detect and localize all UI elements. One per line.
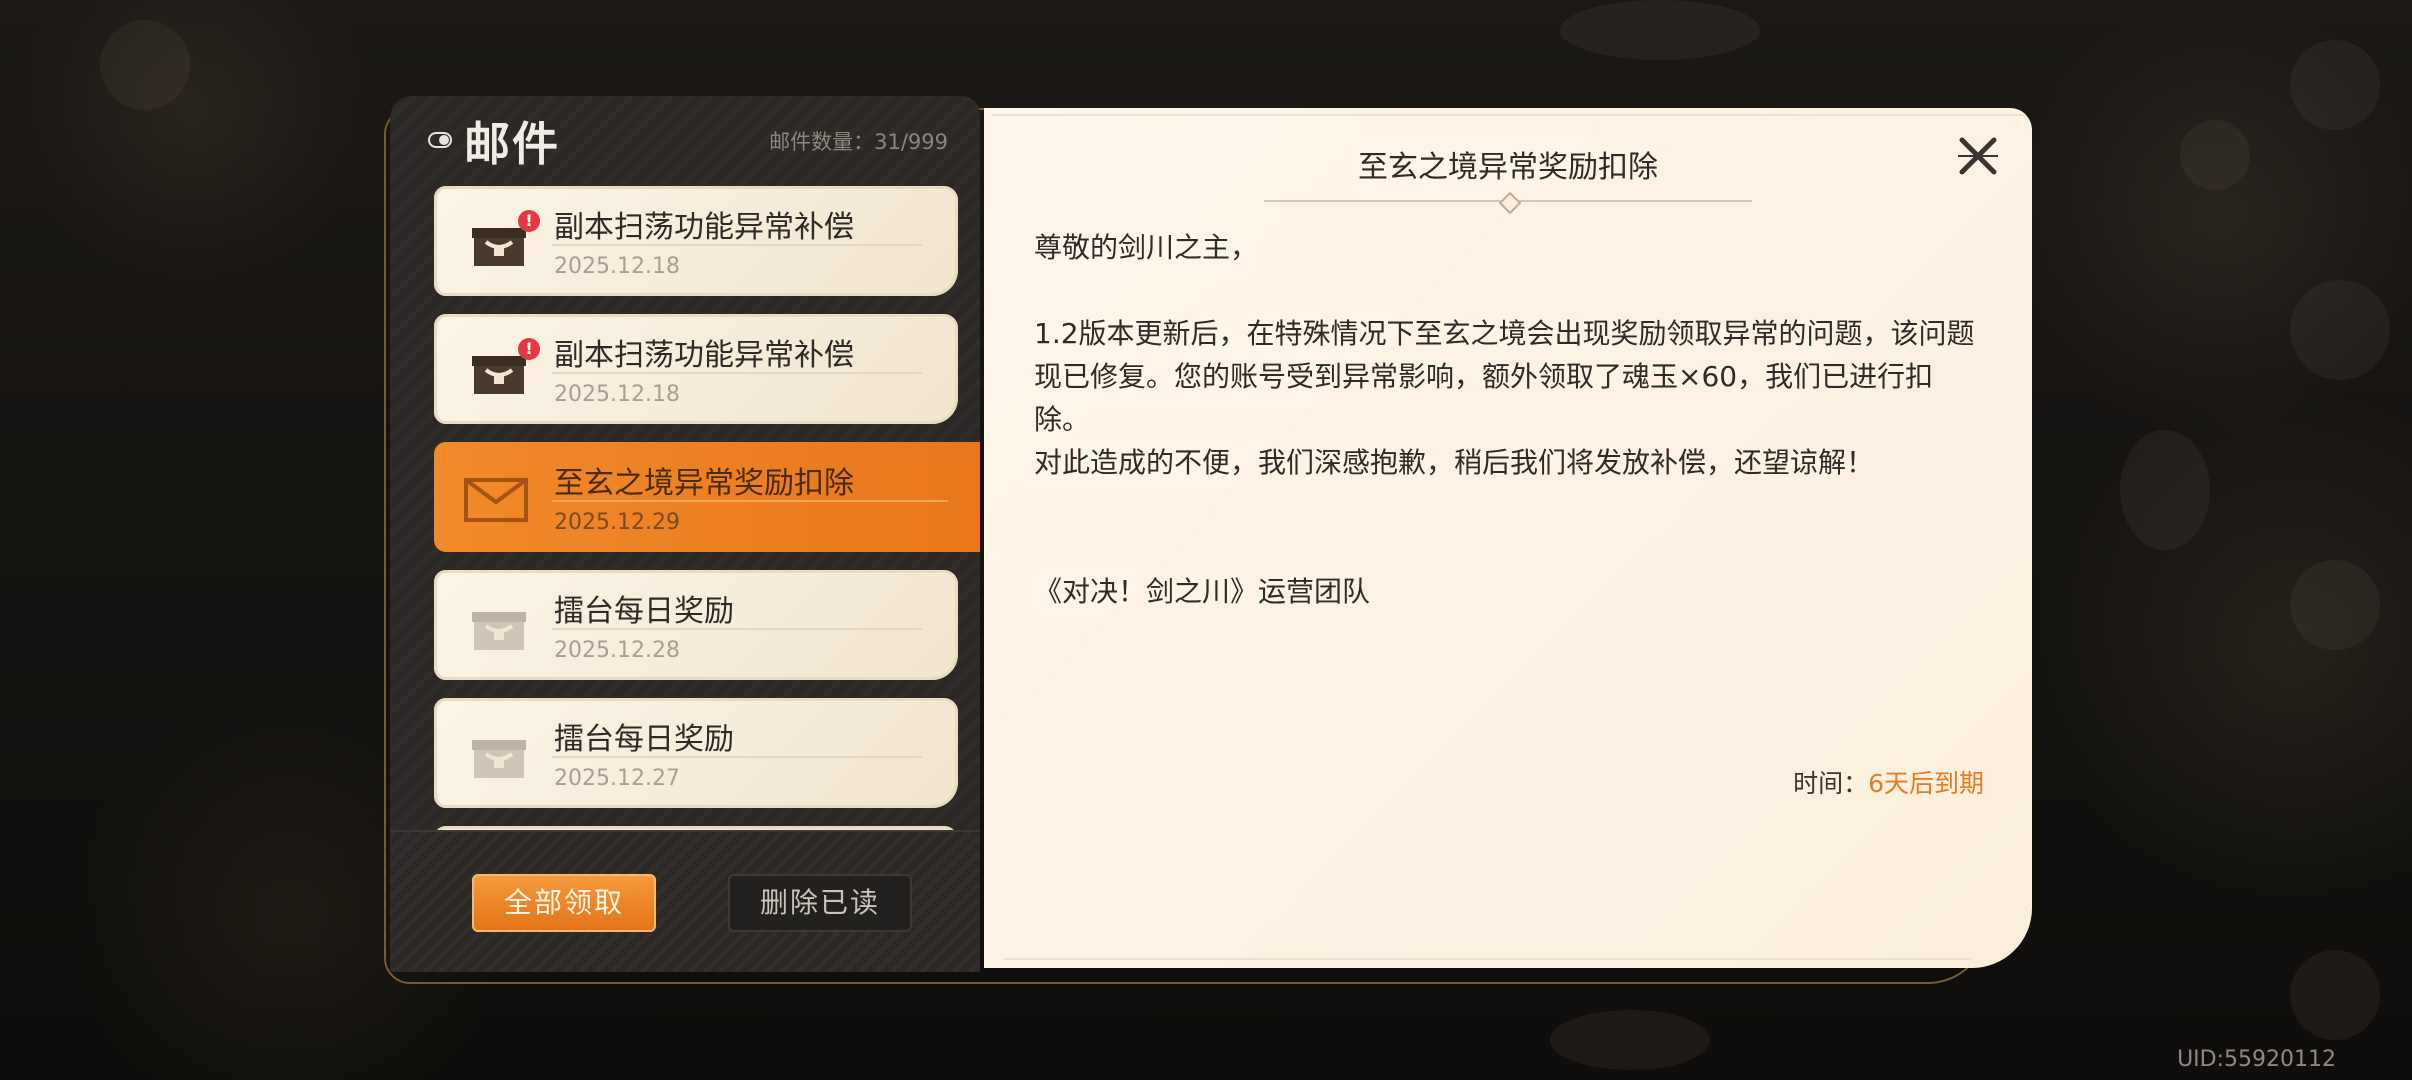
mail-date: 2025.12.18 — [554, 254, 680, 279]
chest-icon — [472, 612, 526, 650]
unread-badge: ! — [518, 338, 540, 360]
mail-title: 至玄之境异常奖励扣除 — [554, 466, 854, 501]
claim-all-button[interactable]: 全部领取 — [472, 874, 656, 932]
expiry-label: 时间： — [1793, 769, 1869, 798]
bg-decoration — [2290, 950, 2380, 1040]
mail-body: 尊敬的剑川之主， 1.2版本更新后，在特殊情况下至玄之境会出现奖励领取异常的问题… — [1034, 226, 1988, 613]
close-icon[interactable] — [1954, 132, 2002, 180]
mail-item[interactable]: 擂台每日奖励 2025.12.28 — [434, 570, 958, 680]
divider — [552, 244, 922, 246]
expiry-value: 6天后到期 — [1868, 769, 1984, 798]
mail-count: 邮件数量：31/999 — [769, 130, 948, 154]
toggle-icon — [428, 132, 452, 148]
mail-title: 擂台每日奖励 — [554, 594, 734, 629]
bg-decoration — [2290, 40, 2380, 130]
panel-header: 邮件 邮件数量：31/999 — [390, 96, 980, 186]
divider — [552, 628, 922, 630]
bg-decoration — [100, 20, 190, 110]
envelope-icon — [464, 478, 528, 522]
divider — [552, 756, 922, 758]
mail-subject: 至玄之境异常奖励扣除 — [1358, 150, 1658, 185]
mail-item[interactable]: 擂台每日奖励 2025.12.27 — [434, 698, 958, 808]
expiry-info: 时间：6天后到期 — [1793, 764, 1984, 800]
subject-divider — [1264, 200, 1752, 202]
bg-decoration — [2290, 560, 2380, 650]
mail-item-selected[interactable]: 至玄之境异常奖励扣除 2025.12.29 — [434, 442, 980, 552]
mail-item[interactable]: ! 副本扫荡功能异常补偿 2025.12.18 — [434, 186, 958, 296]
mail-title: 擂台每日奖励 — [554, 722, 734, 757]
bg-decoration — [2290, 280, 2390, 380]
mail-date: 2025.12.27 — [554, 766, 680, 791]
mail-content-panel: 至玄之境异常奖励扣除 尊敬的剑川之主， 1.2版本更新后，在特殊情况下至玄之境会… — [984, 108, 2032, 968]
page-title: 邮件 — [464, 117, 560, 171]
user-id: UID:55920112 — [2177, 1047, 2336, 1072]
mail-paragraph: 对此造成的不便，我们深感抱歉，稍后我们将发放补偿，还望谅解！ — [1034, 446, 1875, 479]
mail-title: 副本扫荡功能异常补偿 — [554, 338, 854, 373]
divider — [552, 372, 922, 374]
mail-greeting: 尊敬的剑川之主， — [1034, 231, 1259, 264]
mail-title: 副本扫荡功能异常补偿 — [554, 210, 854, 245]
bg-decoration — [1550, 1010, 1710, 1070]
chest-icon — [472, 740, 526, 778]
bg-decoration — [2180, 120, 2250, 190]
mail-item[interactable]: ! 副本扫荡功能异常补偿 2025.12.18 — [434, 314, 958, 424]
bg-decoration — [2120, 430, 2210, 550]
mail-window: 邮件 邮件数量：31/999 ! 副本扫荡功能异常补偿 2025.12.18 !… — [384, 96, 2034, 984]
chest-icon — [472, 228, 526, 266]
mail-date: 2025.12.18 — [554, 382, 680, 407]
divider — [552, 500, 948, 502]
mail-list-panel: 邮件 邮件数量：31/999 ! 副本扫荡功能异常补偿 2025.12.18 !… — [390, 96, 980, 972]
panel-footer: 全部领取 删除已读 — [390, 830, 980, 972]
mail-list[interactable]: ! 副本扫荡功能异常补偿 2025.12.18 ! 副本扫荡功能异常补偿 202… — [434, 186, 980, 920]
unread-badge: ! — [518, 210, 540, 232]
mail-signature: 《对决！剑之川》运营团队 — [1034, 575, 1371, 608]
mail-date: 2025.12.29 — [554, 510, 680, 535]
mail-date: 2025.12.28 — [554, 638, 680, 663]
bg-decoration — [1560, 0, 1760, 60]
mail-paragraph: 1.2版本更新后，在特殊情况下至玄之境会出现奖励领取异常的问题，该问题现已修复。… — [1034, 317, 1975, 436]
chest-icon — [472, 356, 526, 394]
delete-read-button[interactable]: 删除已读 — [728, 874, 912, 932]
